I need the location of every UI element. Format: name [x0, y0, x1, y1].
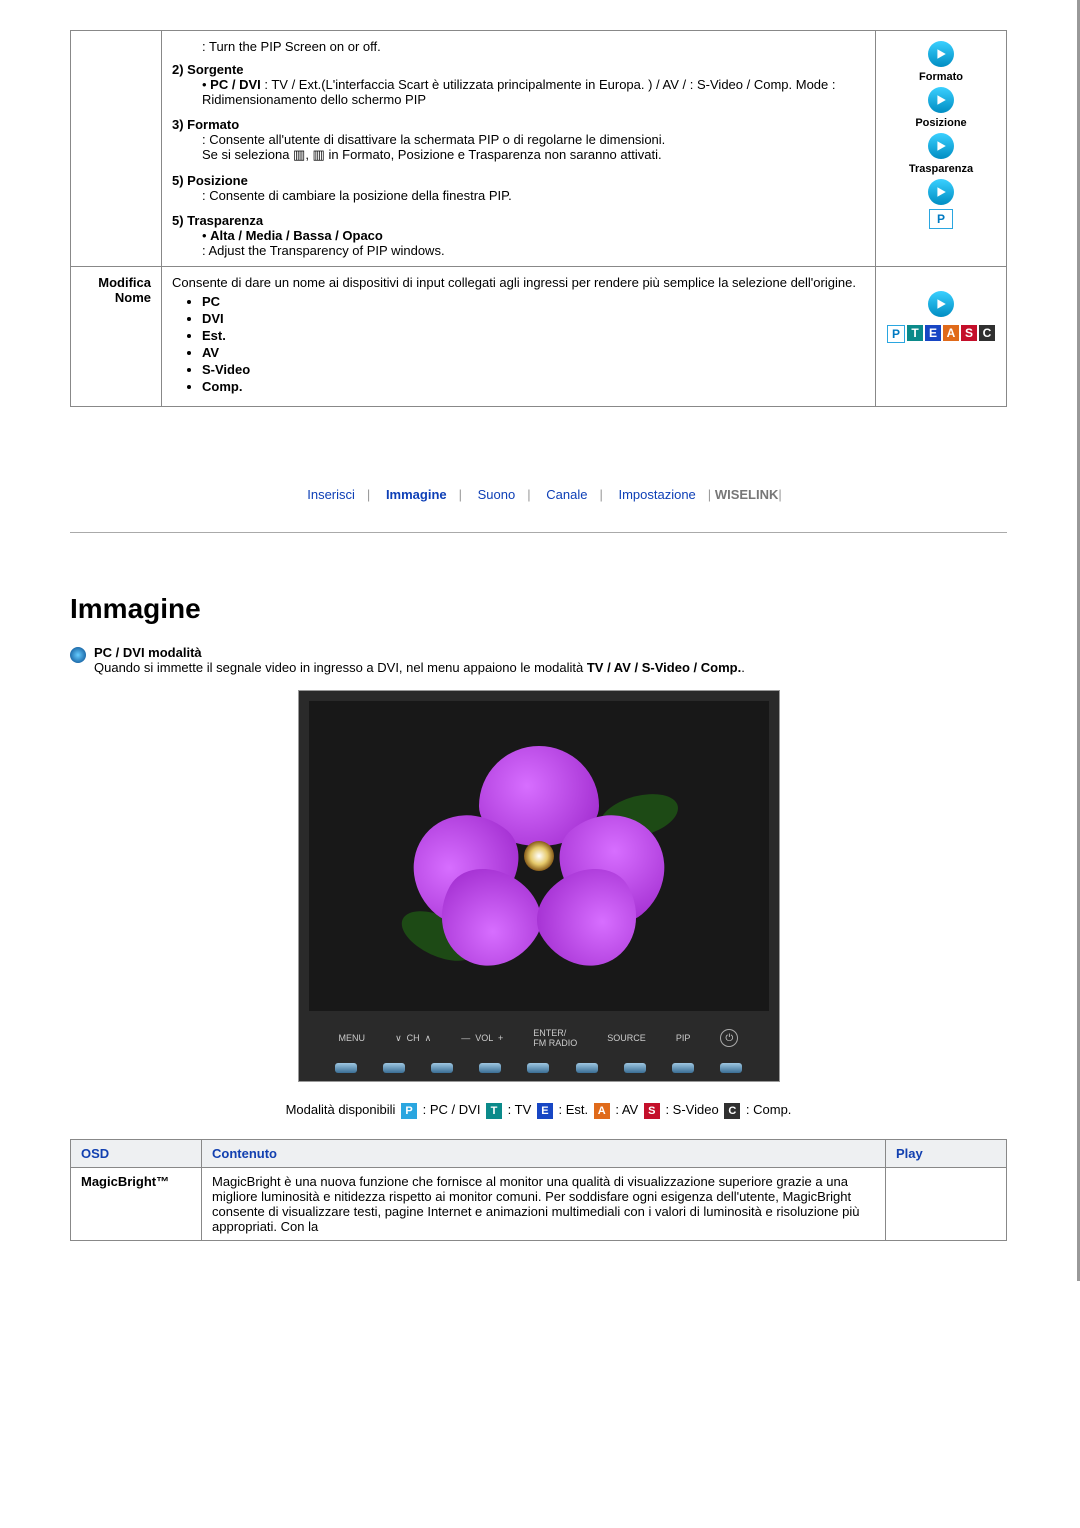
mode-tag-E: E: [537, 1103, 553, 1119]
mode-body-bold: TV / AV / S-Video / Comp.: [587, 660, 741, 675]
play-icon: [928, 179, 954, 205]
mode-tag-P: P: [887, 325, 905, 343]
osd-row-label: MagicBright™: [71, 1168, 202, 1241]
icon-label-posizione: Posizione: [915, 117, 966, 129]
list-item: AV: [202, 345, 865, 360]
monitor-button-bar: MENU ∨ CH ∧ — VOL + ENTER/ FM RADIO SOURCE PI…: [309, 1021, 769, 1055]
mode-tag-A: A: [943, 325, 959, 341]
mode-tag-T: T: [486, 1103, 502, 1119]
mode-tag-A: A: [594, 1103, 610, 1119]
pip-content-cell: : Turn the PIP Screen on or off. 2) Sorg…: [162, 31, 876, 267]
osd-header-content: Contenuto: [202, 1140, 886, 1168]
tab-impostazione[interactable]: Impostazione: [618, 487, 695, 502]
flower-image: [409, 746, 669, 966]
menu-tabs: Inserisci| Immagine| Suono| Canale| Impo…: [70, 487, 1007, 502]
list-item: DVI: [202, 311, 865, 326]
mode-tag-C: C: [724, 1103, 740, 1119]
osd-header-osd: OSD: [71, 1140, 202, 1168]
mode-tag-S: S: [644, 1103, 660, 1119]
monitor-btn: MENU: [339, 1033, 366, 1043]
modifica-nome-label: ModificaNome: [71, 267, 162, 407]
osd-header-play: Play: [886, 1140, 1007, 1168]
monitor-btn: — VOL +: [461, 1033, 503, 1043]
mode-note: PC / DVI modalità Quando si immette il s…: [70, 645, 1007, 675]
pip-icons-cell: Formato Posizione Trasparenza P: [876, 31, 1007, 267]
pip-trasp-body: : Adjust the Transparency of PIP windows…: [172, 243, 865, 258]
pip-sorgente-body: : TV / Ext.(L'interfaccia Scart è utiliz…: [202, 77, 836, 107]
osd-row-body: MagicBright è una nuova funzione che for…: [202, 1168, 886, 1241]
pip-formato-body: : Consente all'utente di disattivare la …: [172, 132, 865, 163]
mode-tag-C: C: [979, 325, 995, 341]
pip-formato-h: 3) Formato: [172, 117, 239, 132]
section-title: Immagine: [70, 593, 1007, 625]
modifica-nome-body: Consente di dare un nome ai dispositivi …: [162, 267, 876, 407]
osd-table: OSD Contenuto Play MagicBright™ MagicBri…: [70, 1139, 1007, 1241]
mode-body-2: .: [741, 660, 745, 675]
mode-tag-E: E: [925, 325, 941, 341]
p-tag-icon: P: [929, 209, 953, 229]
icon-label-trasparenza: Trasparenza: [909, 163, 973, 175]
mode-body-1: Quando si immette il segnale video in in…: [94, 660, 587, 675]
list-item: PC: [202, 294, 865, 309]
pip-posizione-h: 5) Posizione: [172, 173, 248, 188]
mode-tag-S: S: [961, 325, 977, 341]
list-item: Est.: [202, 328, 865, 343]
tab-wiselink[interactable]: WISELINK: [715, 487, 779, 502]
pip-sorgente-bullet: PC / DVI: [210, 77, 261, 92]
mode-tag-P: P: [401, 1103, 417, 1119]
monitor-screenshot: MENU ∨ CH ∧ — VOL + ENTER/ FM RADIO SOURCE PI…: [298, 690, 780, 1082]
list-item: S-Video: [202, 362, 865, 377]
tab-suono[interactable]: Suono: [478, 487, 516, 502]
pip-sorgente-h: 2) Sorgente: [172, 62, 244, 77]
tab-canale[interactable]: Canale: [546, 487, 587, 502]
mode-tag-T: T: [907, 325, 923, 341]
power-icon: ⏻: [720, 1029, 738, 1047]
modifica-list: PC DVI Est. AV S-Video Comp.: [202, 294, 865, 394]
modifica-icons-cell: PTEASC: [876, 267, 1007, 407]
play-icon: [928, 291, 954, 317]
tab-immagine[interactable]: Immagine: [386, 487, 447, 502]
monitor-btn: SOURCE: [607, 1033, 646, 1043]
play-icon: [928, 87, 954, 113]
info-icon: [70, 647, 86, 663]
pip-table: : Turn the PIP Screen on or off. 2) Sorg…: [70, 30, 1007, 407]
pip-trasp-h: 5) Trasparenza: [172, 213, 263, 228]
pip-turn: : Turn the PIP Screen on or off.: [172, 39, 865, 54]
icon-label-formato: Formato: [919, 71, 963, 83]
pteasc-row: PTEASC: [886, 325, 996, 343]
list-item: Comp.: [202, 379, 865, 394]
play-icon: [928, 133, 954, 159]
indicator-row: [309, 1055, 769, 1081]
tab-inserisci[interactable]: Inserisci: [307, 487, 355, 502]
play-icon: [928, 41, 954, 67]
monitor-btn: ENTER/ FM RADIO: [533, 1028, 577, 1048]
available-modes: Modalità disponibili P : PC / DVI T : TV…: [70, 1102, 1007, 1119]
monitor-btn: PIP: [676, 1033, 691, 1043]
monitor-btn: ∨ CH ∧: [395, 1033, 431, 1044]
mode-heading: PC / DVI modalità: [94, 645, 202, 660]
pip-posizione-body: : Consente di cambiare la posizione dell…: [172, 188, 865, 203]
pip-trasp-bullet: Alta / Media / Bassa / Opaco: [210, 228, 383, 243]
screen-display: [309, 701, 769, 1011]
osd-row-play: [886, 1168, 1007, 1241]
divider: [70, 532, 1007, 533]
